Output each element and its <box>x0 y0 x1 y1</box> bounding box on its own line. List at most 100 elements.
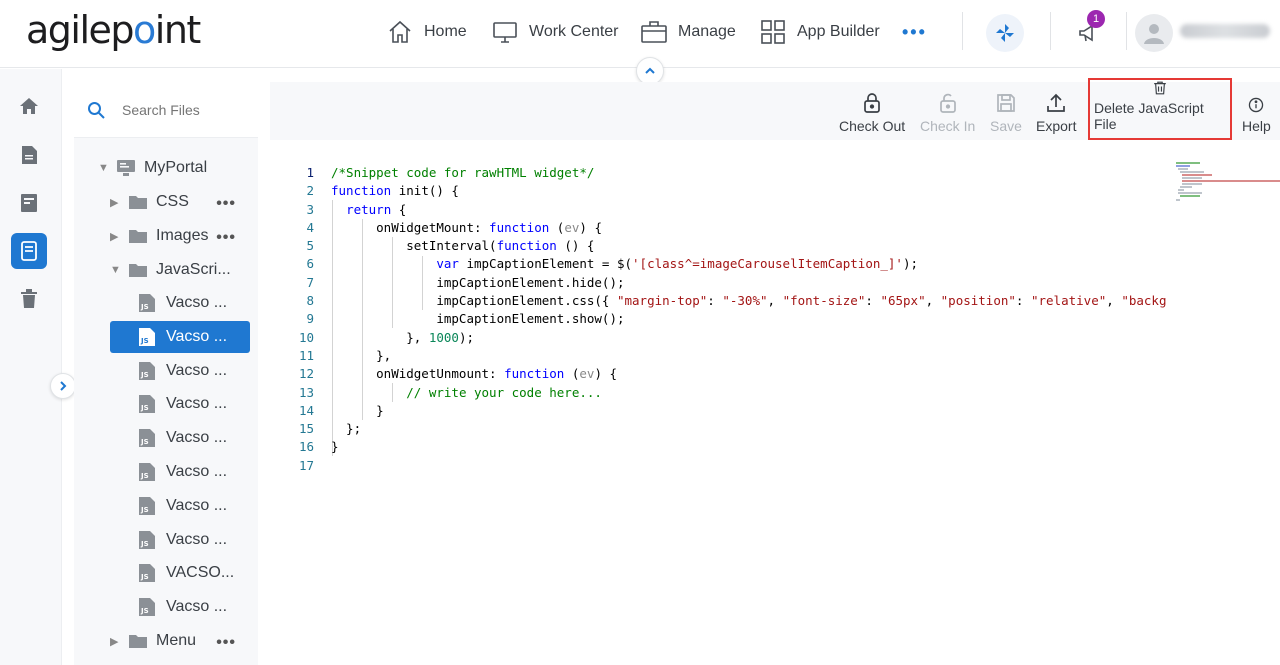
tree-file-item[interactable]: JS Vacso ... <box>110 287 250 319</box>
unlock-icon <box>939 93 956 113</box>
export-icon <box>1047 93 1066 112</box>
check-in-button[interactable]: Check In <box>920 88 975 134</box>
code-token: "backgr <box>1121 293 1167 309</box>
agilepoint-logo[interactable]: agilepoint <box>26 8 201 52</box>
export-button[interactable]: Export <box>1036 88 1076 134</box>
toolbar: Check Out Check In Save Export Delete Ja… <box>270 78 1280 140</box>
code-token: "65px" <box>880 293 926 309</box>
tree-file-label: Vacso ... <box>166 463 228 480</box>
tree-file-item[interactable]: JS Vacso ... <box>110 355 250 387</box>
help-button[interactable]: Help <box>1242 88 1271 134</box>
code-token: "margin-top" <box>616 293 708 309</box>
line-number: 11 <box>298 347 314 363</box>
minimap-line <box>1176 199 1180 201</box>
code-token: function <box>331 183 392 199</box>
pinwheel-icon <box>996 24 1014 42</box>
nav-manage[interactable]: Manage <box>640 16 736 48</box>
code-line: impCaptionElement.hide(); <box>331 274 1167 292</box>
js-file-icon: JS <box>139 496 155 515</box>
js-file-icon: JS <box>139 327 155 346</box>
tree-folder-menu[interactable]: ▶ Menu ••• <box>74 625 258 657</box>
folder-more-button[interactable]: ••• <box>216 634 236 652</box>
avatar[interactable] <box>1135 14 1173 52</box>
tree-file-label: Vacso ... <box>166 530 228 548</box>
search-files-input[interactable] <box>122 99 252 121</box>
code-line: var impCaptionElement = $('[class^=image… <box>331 255 1167 273</box>
expand-sidebar-button[interactable] <box>50 373 76 399</box>
nav-home[interactable]: Home <box>386 16 467 48</box>
code-line: setInterval(function () { <box>331 237 1167 255</box>
code-line: impCaptionElement.show(); <box>331 310 1167 328</box>
minimap-line <box>1178 192 1202 194</box>
tree-folder-javascript[interactable]: ▼ JavaScri... <box>74 254 258 286</box>
rail-home-button[interactable] <box>11 88 47 124</box>
code-line: function init() { <box>331 182 1167 200</box>
code-content[interactable]: /*Snippet code for rawHTML widget*/ funct… <box>331 164 1167 475</box>
minimap-line <box>1180 195 1200 197</box>
check-out-button[interactable]: Check Out <box>839 88 905 134</box>
line-number: 12 <box>298 366 314 382</box>
notification-badge: 1 <box>1087 10 1105 28</box>
divider <box>1050 12 1051 50</box>
tree-file-item[interactable]: JS Vacso ... <box>110 456 250 488</box>
nav-work-center[interactable]: Work Center <box>491 16 619 48</box>
page-icon <box>21 241 37 261</box>
js-file-icon: JS <box>139 598 155 617</box>
nav-app-builder[interactable]: App Builder <box>759 16 880 48</box>
rail-trash-button[interactable] <box>11 281 47 317</box>
tree-file-item[interactable]: JS Vacso ... <box>110 422 250 454</box>
code-token: , <box>925 293 941 309</box>
caret-right-icon: ▶ <box>110 635 119 648</box>
folder-icon <box>129 196 147 209</box>
user-icon <box>1144 24 1164 44</box>
folder-more-button[interactable]: ••• <box>216 229 236 247</box>
tree-folder-css[interactable]: ▶ CSS ••• <box>74 186 258 218</box>
rail-forms-button[interactable] <box>11 185 47 221</box>
tree-file-item[interactable]: JS Vacso ... <box>110 490 250 522</box>
code-line: onWidgetMount: function (ev) { <box>331 219 1167 237</box>
caret-down-icon: ▼ <box>98 162 109 174</box>
tree-file-item[interactable]: JS Vacso ... <box>110 388 250 420</box>
code-token: , <box>1106 293 1122 309</box>
svg-text:JS: JS <box>140 540 149 548</box>
code-token: ev <box>564 219 580 235</box>
line-number: 15 <box>298 421 314 437</box>
js-file-icon: JS <box>139 463 155 481</box>
delete-javascript-file-button[interactable]: Delete JavaScript File <box>1088 78 1232 140</box>
tree-file-item[interactable]: JS Vacso ... <box>110 320 250 353</box>
code-token: '[class^=imageCarouselItemCaption_]' <box>632 256 903 272</box>
code-token: function <box>504 366 565 382</box>
code-line: } <box>331 438 1167 456</box>
code-token: () { <box>556 238 595 254</box>
tree-file-item[interactable]: JS Vacso ... <box>110 591 250 623</box>
rail-documents-button[interactable] <box>11 137 47 173</box>
save-button[interactable]: Save <box>990 88 1022 134</box>
folder-more-button[interactable]: ••• <box>216 195 236 213</box>
svg-text:JS: JS <box>140 438 149 446</box>
tree-file-item[interactable]: JS Vacso ... <box>110 524 250 556</box>
line-number: 2 <box>306 183 314 199</box>
monitor-icon <box>493 22 517 43</box>
code-editor[interactable]: 1 2 3 4 5 6 7 8 9 10 11 12 13 14 15 16 17 /*Snippet code… <box>270 152 1280 665</box>
svg-text:JS: JS <box>140 472 149 480</box>
tree-file-item[interactable]: JS VACSO... <box>110 557 250 589</box>
rail-pages-button[interactable] <box>11 233 47 269</box>
folder-icon <box>129 264 147 277</box>
code-token: ev <box>579 366 595 382</box>
tree-root-myportal[interactable]: ▼ MyPortal <box>74 152 258 184</box>
save-icon <box>997 94 1015 112</box>
user-name-blurred[interactable] <box>1180 24 1270 38</box>
code-minimap[interactable] <box>1170 162 1280 202</box>
ai-assistant-button[interactable] <box>986 14 1024 52</box>
collapse-header-button[interactable] <box>636 57 664 85</box>
trash-icon <box>1154 81 1166 95</box>
minimap-line <box>1182 174 1212 176</box>
line-number: 5 <box>306 238 314 254</box>
tree-folder-images[interactable]: ▶ Images ••• <box>74 220 258 252</box>
svg-text:JS: JS <box>140 506 149 514</box>
file-tree-panel: ▼ MyPortal ▶ CSS ••• ▶ Images ••• ▼ Java… <box>74 82 258 665</box>
divider <box>962 12 963 50</box>
briefcase-icon <box>641 21 667 43</box>
nav-more-button[interactable]: ••• <box>902 16 927 48</box>
